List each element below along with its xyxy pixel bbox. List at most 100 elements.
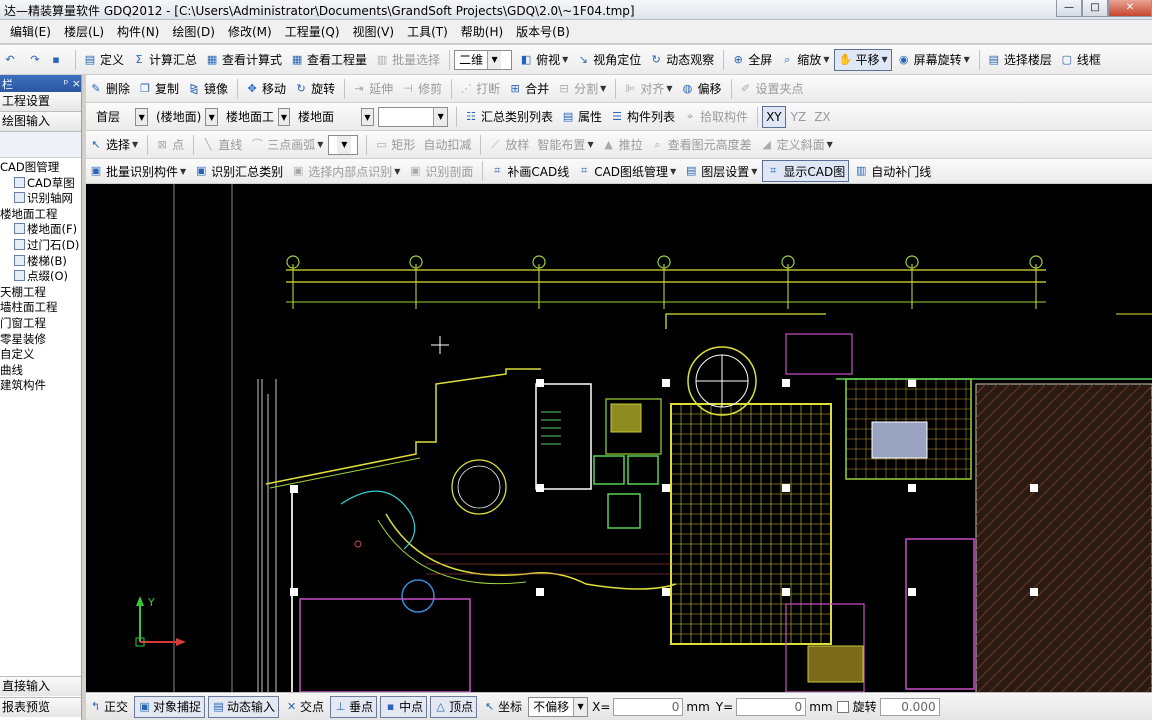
tree-node[interactable]: 自定义 (0, 347, 81, 363)
select-floor-button[interactable]: ▤ 选择楼层 (984, 49, 1055, 71)
batch-identify-button[interactable]: ▣ 批量识别构件 ▼ (86, 160, 189, 182)
nav-direct-input[interactable]: 直接输入 (0, 676, 81, 696)
properties-button[interactable]: ▤ 属性 (558, 106, 605, 128)
undo-button[interactable]: ↶ (0, 49, 23, 71)
component-list-button[interactable]: ☰ 构件列表 (607, 106, 678, 128)
tree-node[interactable]: 零星装修 (0, 332, 81, 348)
align-button[interactable]: ⊫ 对齐 ▼ (620, 78, 675, 100)
tree-node[interactable]: CAD图管理 (0, 160, 81, 176)
drawing-canvas[interactable]: Y (86, 184, 1152, 692)
select-button[interactable]: ↖ 选择 ▼ (86, 134, 141, 156)
offset-mode-select[interactable]: 不偏移 ▼ (528, 696, 589, 717)
delete-button[interactable]: ✎ 删除 (86, 78, 133, 100)
zoom-button[interactable]: ⌕ 缩放 ▼ (777, 49, 832, 71)
tree-node[interactable]: 门窗工程 (0, 316, 81, 332)
tree-node[interactable]: 楼地面(F) (0, 222, 81, 238)
ortho-toggle[interactable]: ↰ 正交 (86, 696, 131, 718)
wireframe-button[interactable]: ▢ 线框 (1057, 49, 1104, 71)
batch-select-button[interactable]: ▥ 批量选择 (372, 49, 443, 71)
auto-deduct-button[interactable]: 自动扣减 (420, 134, 474, 156)
menu-floor[interactable]: 楼层(L) (64, 23, 104, 40)
pin-icon[interactable]: ᵖ (64, 77, 69, 90)
plane-zx-button[interactable]: ZX (811, 106, 833, 128)
menu-draw[interactable]: 绘图(D) (172, 23, 215, 40)
vertex-toggle[interactable]: △ 顶点 (430, 695, 478, 718)
coordinate-toggle[interactable]: ↖ 坐标 (480, 696, 525, 718)
nav-report-preview[interactable]: 报表预览 (0, 697, 81, 717)
smart-layout-button[interactable]: 智能布置 ▼ (534, 134, 596, 156)
merge-button[interactable]: ⊞ 合并 (505, 78, 552, 100)
close-icon[interactable]: × (72, 77, 81, 90)
plane-yz-button[interactable]: YZ (788, 106, 810, 128)
tree-node[interactable]: CAD草图 (0, 176, 81, 192)
tree-node[interactable]: 建筑构件 (0, 378, 81, 394)
nav-project-settings[interactable]: 工程设置 (0, 92, 81, 112)
redo-button[interactable]: ↷ (25, 49, 48, 71)
menu-edit[interactable]: 编辑(E) (10, 23, 51, 40)
pan-button[interactable]: ✋ 平移 ▼ (834, 48, 892, 71)
x-input[interactable]: 0 (613, 697, 684, 716)
tree-node[interactable]: 过门石(D) (0, 238, 81, 254)
menu-component[interactable]: 构件(N) (117, 23, 159, 40)
midpoint-toggle[interactable]: ▪ 中点 (380, 695, 428, 718)
perpendicular-toggle[interactable]: ⊥ 垂点 (330, 695, 378, 718)
offset-button[interactable]: ◍ 偏移 (677, 78, 724, 100)
mirror-button[interactable]: ⧎ 镜像 (184, 78, 231, 100)
identify-section-button[interactable]: ▣ 识别剖面 (405, 160, 476, 182)
tree-node[interactable]: 天棚工程 (0, 285, 81, 301)
elevation-diff-button[interactable]: ⌕ 查看图元高度差 (648, 134, 755, 156)
line-button[interactable]: ╲ 直线 (198, 134, 245, 156)
view-quantity-button[interactable]: ▦ 查看工程量 (287, 49, 370, 71)
identify-summary-button[interactable]: ▣ 识别汇总类别 (191, 160, 286, 182)
tree-node[interactable]: 曲线 (0, 363, 81, 379)
rect-button[interactable]: ▭ 矩形 (371, 134, 418, 156)
save-button[interactable]: ▪ (46, 49, 69, 71)
break-button[interactable]: ⋰ 打断 (456, 78, 503, 100)
extrude-button[interactable]: ▲ 推拉 (599, 134, 646, 156)
tree-node[interactable]: 楼梯(B) (0, 254, 81, 270)
calc-summary-button[interactable]: Σ 计算汇总 (129, 49, 200, 71)
trim-button[interactable]: ⊣ 修剪 (398, 78, 445, 100)
menu-view[interactable]: 视图(V) (353, 23, 395, 40)
tree-node[interactable]: 识别轴网 (0, 191, 81, 207)
top-view-button[interactable]: ◧ 俯视 ▼ (516, 49, 571, 71)
component-select[interactable]: 楼地面 ▼ (294, 107, 374, 127)
minimize-button[interactable]: — (1056, 0, 1082, 17)
slope-button[interactable]: ⟋ 放样 (485, 134, 532, 156)
arc-button[interactable]: ⌒ 三点画弧 ▼ (247, 134, 326, 156)
show-cad-button[interactable]: ⌗ 显示CAD图 (762, 160, 850, 182)
category-select[interactable]: (楼地面) ▼ (152, 107, 218, 127)
draw-cad-line-button[interactable]: ⌗ 补画CAD线 (487, 160, 572, 182)
select-inner-button[interactable]: ▣ 选择内部点识别 ▼ (288, 160, 403, 182)
tree-node[interactable]: 点缀(O) (0, 269, 81, 285)
dynamic-view-button[interactable]: ↻ 动态观察 (646, 49, 717, 71)
menu-tools[interactable]: 工具(T) (407, 23, 448, 40)
maximize-button[interactable]: □ (1082, 0, 1108, 17)
define-slope-button[interactable]: ◢ 定义斜面 ▼ (757, 134, 836, 156)
rotate-button[interactable]: ↻ 旋转 (291, 78, 338, 100)
intersection-toggle[interactable]: ✕ 交点 (282, 696, 327, 718)
menu-version[interactable]: 版本号(B) (516, 23, 570, 40)
split-button[interactable]: ⊟ 分割 ▼ (554, 78, 609, 100)
cad-manage-button[interactable]: ⌗ CAD图纸管理 ▼ (574, 160, 679, 182)
attribute-select[interactable]: ▼ (378, 106, 448, 127)
summary-list-button[interactable]: ☷ 汇总类别列表 (461, 106, 556, 128)
arc-mode-select[interactable]: ▼ (328, 134, 359, 155)
extend-button[interactable]: ⇥ 延伸 (349, 78, 396, 100)
tree-node[interactable]: 楼地面工程 (0, 207, 81, 223)
set-grip-button[interactable]: ✐ 设置夹点 (736, 78, 807, 100)
view-formula-button[interactable]: ▦ 查看计算式 (202, 49, 285, 71)
menu-quantity[interactable]: 工程量(Q) (285, 23, 340, 40)
dynamic-input-toggle[interactable]: ▤ 动态输入 (208, 695, 280, 718)
copy-button[interactable]: ❐ 复制 (135, 78, 182, 100)
screen-rotate-button[interactable]: ◉ 屏幕旋转 ▼ (894, 49, 973, 71)
define-button[interactable]: ▤ 定义 (80, 49, 127, 71)
y-input[interactable]: 0 (736, 697, 807, 716)
point-button[interactable]: ⊠ 点 (152, 134, 187, 156)
tree-node[interactable]: 墙柱面工程 (0, 300, 81, 316)
move-button[interactable]: ✥ 移动 (242, 78, 289, 100)
nav-drawing-input[interactable]: 绘图输入 (0, 112, 81, 132)
snap-toggle[interactable]: ▣ 对象捕捉 (134, 695, 206, 718)
fullscreen-button[interactable]: ⊕ 全屏 (728, 49, 775, 71)
view-mode-select[interactable]: 二维 ▼ (454, 49, 513, 70)
